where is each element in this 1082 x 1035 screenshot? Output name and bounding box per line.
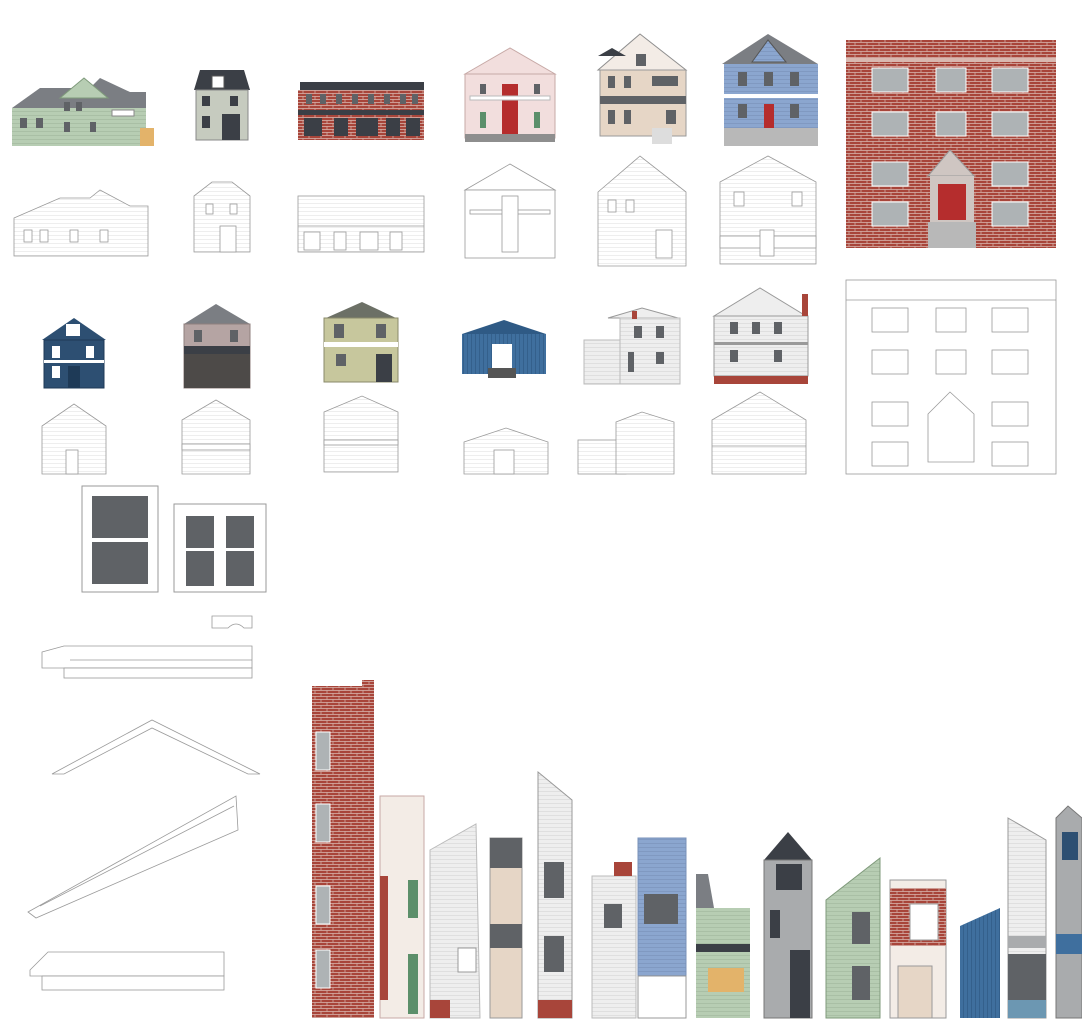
house-line-6 [719, 155, 817, 265]
streetscape-beige-facade [489, 837, 523, 1019]
house-colored-5 [596, 33, 688, 144]
house-line-5 [597, 155, 687, 267]
streetscape-strip [312, 680, 1082, 1019]
building-colored-3-commercial [298, 82, 424, 140]
streetscape-white-small [591, 862, 637, 1019]
barn-line-10 [463, 427, 549, 475]
rake-trim-icon [27, 795, 239, 919]
building-line-3 [297, 195, 425, 253]
house-colored-4-greek-revival [463, 47, 557, 142]
house-colored-2 [194, 70, 250, 141]
house-colored-9-olive [323, 302, 399, 383]
house-elevation-sheet [12, 33, 1082, 1019]
house-line-2 [193, 181, 251, 253]
house-line-4 [463, 163, 557, 259]
streetscape-sage-facade [825, 856, 881, 1019]
cornice-profile-icon [41, 645, 253, 679]
streetscape-grey-far [1055, 805, 1082, 1019]
apartment-colored-brick [846, 40, 1056, 248]
house-colored-11-white [583, 307, 681, 385]
streetscape-red-facade [889, 879, 947, 1019]
streetscape-white-facade [429, 823, 481, 1019]
streetscape-green-porch [696, 874, 750, 1018]
house-line-11 [577, 411, 675, 475]
house-colored-8-taupe [183, 304, 251, 389]
pediment-icon [51, 719, 261, 775]
house-colored-1 [12, 77, 154, 146]
bracket-detail-icon [211, 615, 253, 629]
house-line-8 [181, 399, 251, 475]
house-colored-12-grey-victorian [712, 287, 809, 384]
house-line-12 [711, 391, 807, 475]
streetscape-grey-tall [537, 770, 573, 1019]
double-hung-window-icon [81, 485, 159, 593]
house-line-1 [13, 189, 149, 257]
double-casement-window-icon [173, 503, 267, 593]
house-colored-6-blue [722, 34, 818, 146]
streetscape-dark-victorian [763, 832, 813, 1019]
house-line-9 [323, 395, 399, 473]
streetscape-steel-blue [960, 908, 1000, 1018]
barn-colored-10-steel [462, 320, 546, 378]
house-line-7 [41, 403, 107, 475]
sill-profile-icon [29, 951, 225, 991]
streetscape-pink-facade [379, 795, 425, 1019]
streetscape-brick-tower [312, 680, 374, 1018]
streetscape-white-tall [1007, 817, 1047, 1019]
streetscape-blue-facade [637, 837, 687, 1019]
house-colored-7-navy [42, 318, 106, 389]
apartment-line-drawing [845, 279, 1057, 475]
